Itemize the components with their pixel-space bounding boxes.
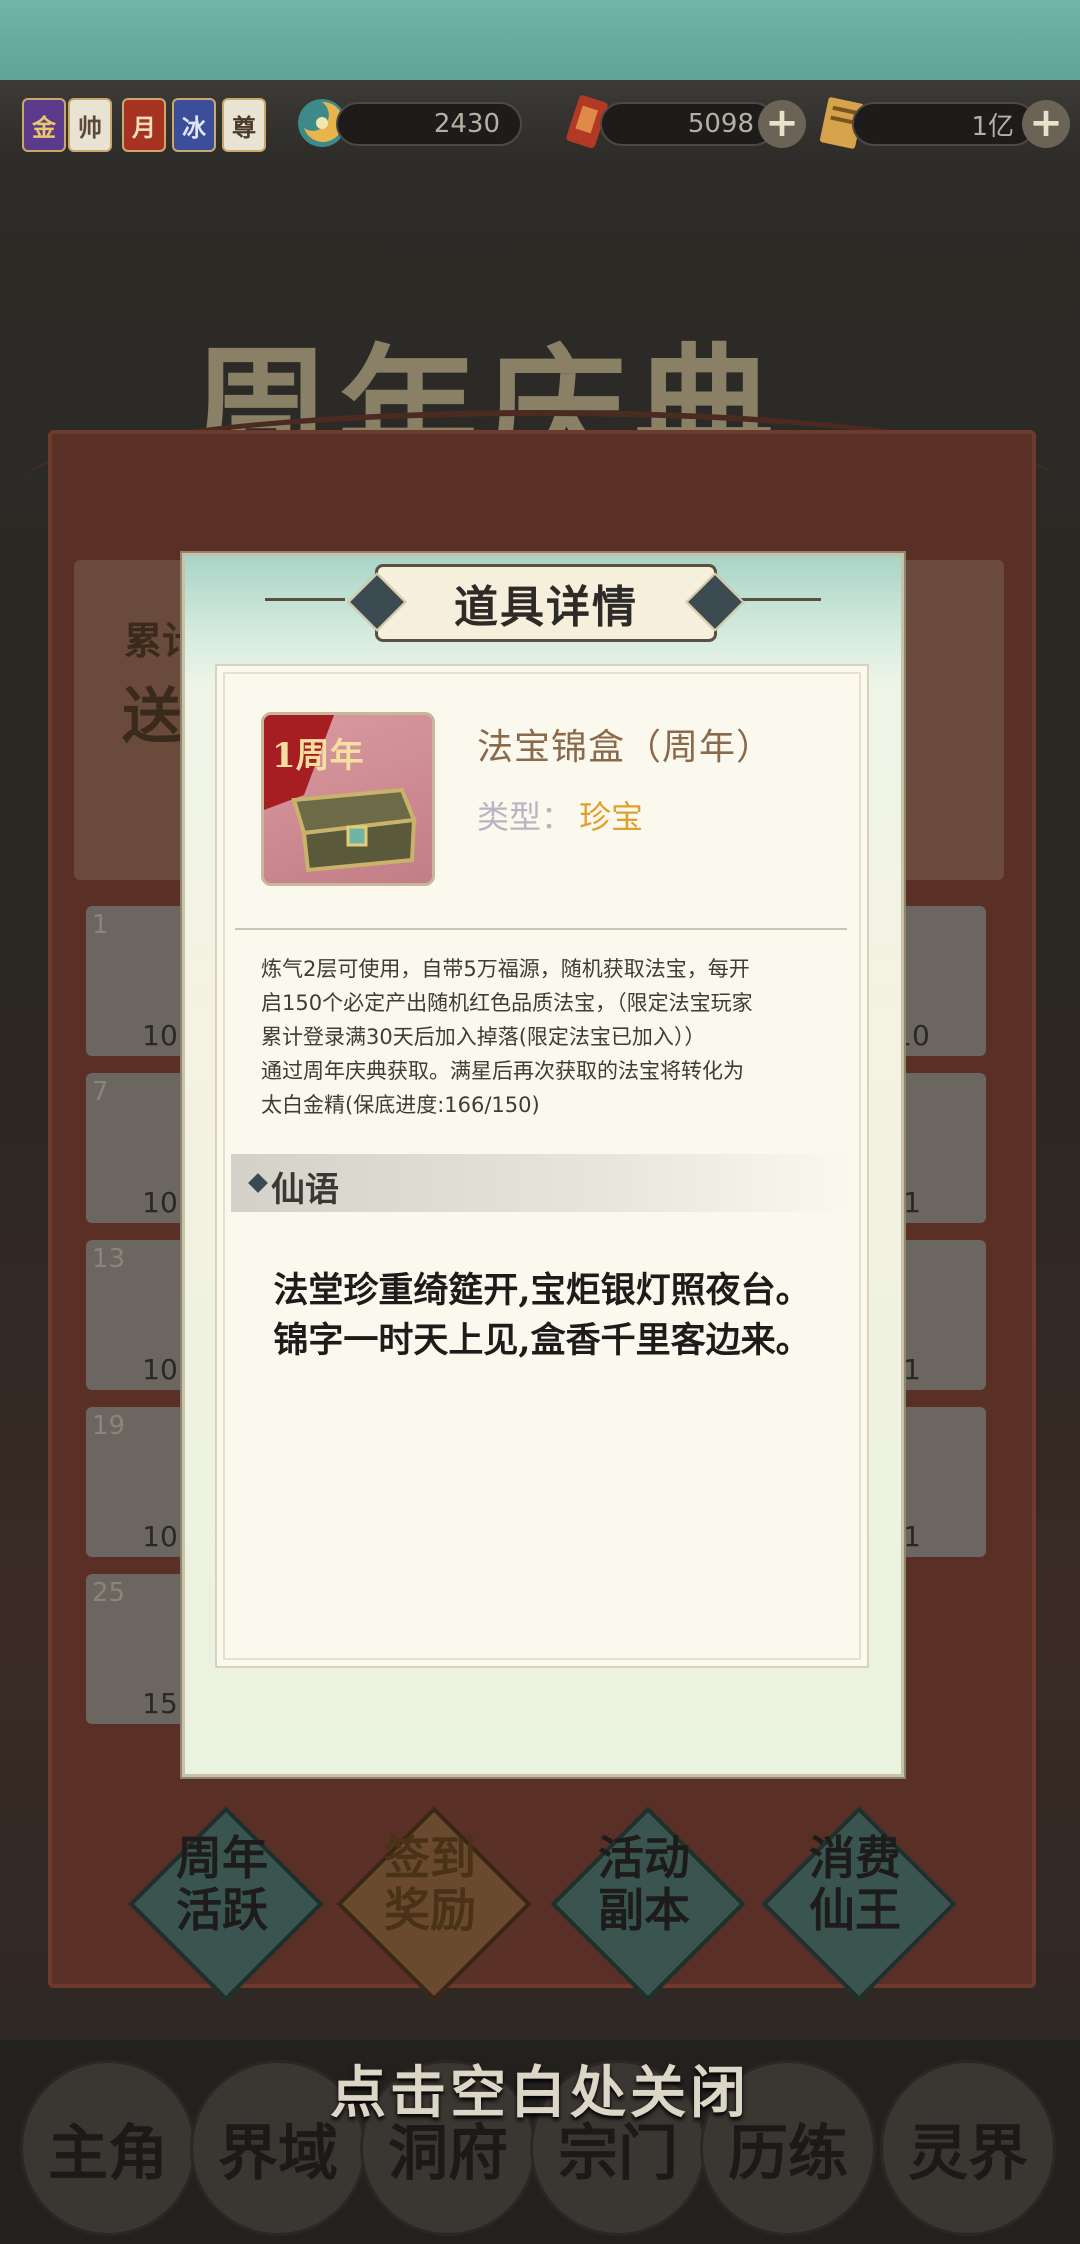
tab-event-dungeon[interactable]: 活动 副本 — [569, 1832, 719, 1936]
diamond-icon — [248, 1173, 268, 1193]
reward-day: 13 — [92, 1244, 126, 1274]
item-name: 法宝锦盒（周年） — [477, 727, 774, 768]
modal-title: 道具详情 — [454, 582, 638, 633]
badge-monthly[interactable]: 月 — [122, 98, 166, 152]
flavor-section-header: 仙语 — [231, 1154, 851, 1212]
description-line: 累计登录满30天后加入掉落(限定法宝已加入）） — [261, 1025, 706, 1049]
tab-checkin-reward[interactable]: 签到 奖励 — [355, 1832, 505, 1936]
tab-anniversary-activity[interactable]: 周年 活跃 — [147, 1832, 297, 1936]
divider — [235, 928, 847, 930]
item-detail-modal: 道具详情 1周年 法宝锦盒（周年） 类型： 珍宝 炼气2层可使用，自带5万福源，… — [182, 553, 904, 1777]
icon-badge-text: 1周年 — [272, 736, 364, 776]
add-currency-3-button[interactable]: + — [1022, 100, 1070, 148]
item-type-value: 珍宝 — [579, 798, 644, 836]
status-area — [0, 0, 1080, 80]
title-plate: 道具详情 — [375, 564, 717, 642]
description-line: 炼气2层可使用，自带5万福源，随机获取法宝，每开 — [261, 957, 750, 981]
poem-line: 法堂珍重绮筵开,宝炬银灯照夜台。 — [273, 1270, 811, 1311]
item-icon: 1周年 — [261, 712, 435, 886]
detail-panel: 1周年 法宝锦盒（周年） 类型： 珍宝 炼气2层可使用，自带5万福源，随机获取法… — [215, 664, 869, 1668]
description-line: 启150个必定产出随机红色品质法宝，（限定法宝玩家 — [261, 991, 753, 1015]
currency-1-display: 2430 — [336, 102, 522, 146]
flavor-section-title: 仙语 — [271, 1170, 339, 1210]
tab-spend-king[interactable]: 消费 仙王 — [780, 1832, 930, 1936]
treasure-chest-icon: 1周年 — [264, 715, 417, 873]
currency-3-display: 1亿 — [852, 102, 1036, 146]
flavor-poem: 法堂珍重绮筵开,宝炬银灯照夜台。 锦字一时天上见,盒香千里客边来。 — [247, 1266, 837, 1366]
item-description: 炼气2层可使用，自带5万福源，随机获取法宝，每开 启150个必定产出随机红色品质… — [261, 952, 831, 1122]
badge-commander[interactable]: 帅 — [68, 98, 112, 152]
badge-gold[interactable]: 金 — [22, 98, 66, 152]
reward-day: 7 — [92, 1077, 109, 1107]
add-currency-2-button[interactable]: + — [758, 100, 806, 148]
currency-2-display: 5098 — [600, 102, 776, 146]
close-hint[interactable]: 点击空白处关闭 — [0, 2048, 1080, 2129]
badge-honor[interactable]: 尊 — [222, 98, 266, 152]
title-ornament-right — [741, 598, 821, 601]
banner-text-gift: 送 — [122, 682, 182, 752]
title-ornament-left — [265, 598, 345, 601]
reward-day: 25 — [92, 1578, 126, 1608]
reward-day: 1 — [92, 910, 109, 940]
reward-day: 19 — [92, 1411, 126, 1441]
description-line: 通过周年庆典获取。满星后再次获取的法宝将转化为 — [261, 1059, 744, 1083]
item-type-label: 类型： — [477, 798, 574, 836]
description-line: 太白金精(保底进度:166/150) — [261, 1093, 540, 1117]
badge-ice[interactable]: 冰 — [172, 98, 216, 152]
poem-line: 锦字一时天上见,盒香千里客边来。 — [273, 1320, 811, 1361]
